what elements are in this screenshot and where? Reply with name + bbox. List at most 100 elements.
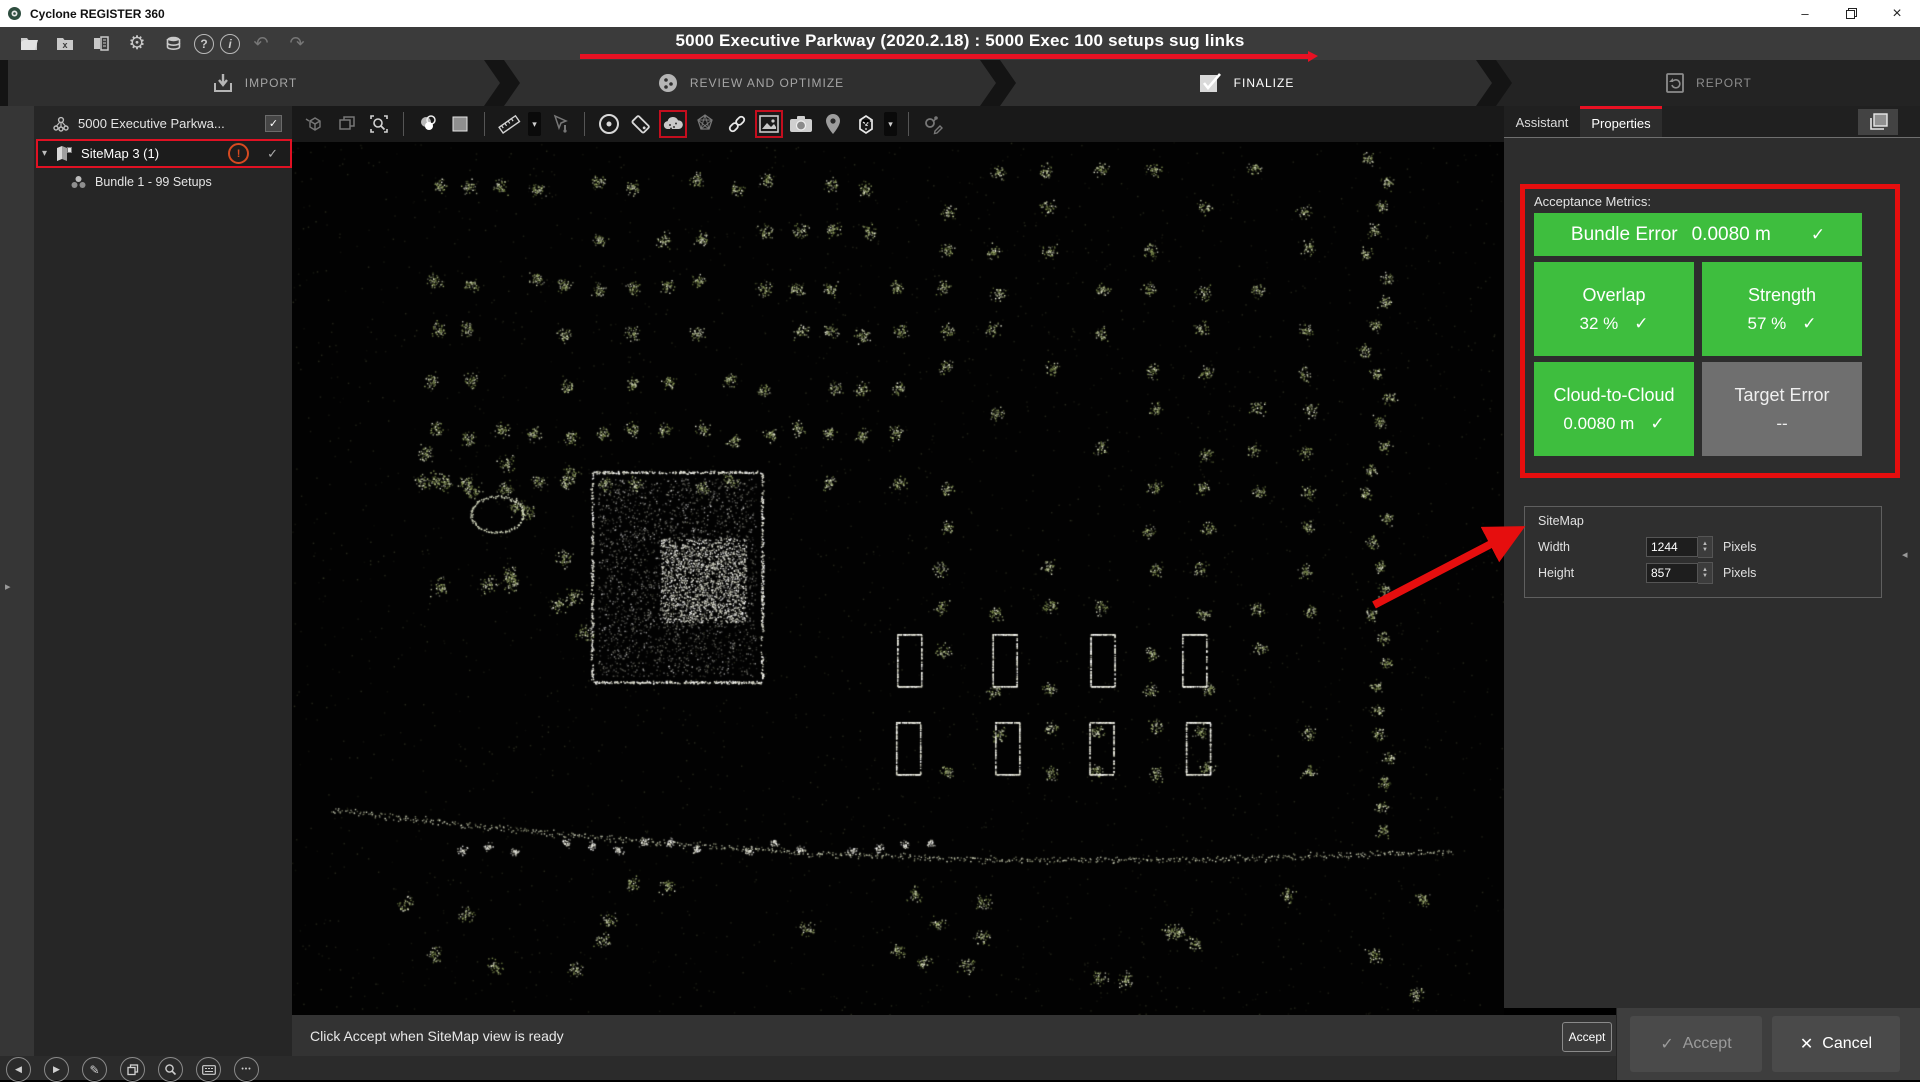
tab-review-and-optimize[interactable]: REVIEW AND OPTIMIZE — [504, 60, 996, 106]
link-icon[interactable] — [724, 111, 750, 137]
view-3d-cube-icon[interactable] — [852, 111, 878, 137]
fit-view-icon[interactable] — [334, 111, 360, 137]
cancel-button-label: Cancel — [1822, 1035, 1872, 1053]
right-panel-collapse-handle[interactable]: ◂ — [1902, 548, 1908, 561]
project-network-icon — [52, 115, 70, 133]
height-stepper[interactable]: ▲▼ — [1698, 562, 1713, 584]
tab-underline — [1504, 137, 1920, 138]
window-title: Cyclone REGISTER 360 — [30, 7, 165, 21]
edit-node-icon[interactable] — [920, 111, 946, 137]
minimize-button[interactable]: – — [1782, 0, 1828, 27]
target-error-metric: Target Error -- — [1702, 362, 1862, 456]
bundle-error-label: Bundle Error — [1571, 224, 1678, 246]
tab-import[interactable]: IMPORT — [8, 60, 500, 106]
strength-check-icon: ✓ — [1802, 314, 1816, 334]
toolbar-separator — [403, 112, 404, 136]
geotag-pin-icon[interactable] — [820, 111, 846, 137]
tab-finalize[interactable]: FINALIZE — [1000, 60, 1492, 106]
tag-icon[interactable] — [628, 111, 654, 137]
info-icon[interactable]: i — [220, 34, 240, 54]
width-label: Width — [1538, 540, 1646, 554]
next-button[interactable]: ▶ — [44, 1057, 69, 1082]
tab-report[interactable]: REPORT — [1496, 60, 1920, 106]
target-error-value: -- — [1776, 414, 1787, 434]
bundle-error-value: 0.0080 m — [1692, 224, 1771, 246]
tab-properties-label: Properties — [1591, 116, 1650, 131]
strength-metric: Strength 57 % ✓ — [1702, 262, 1862, 356]
cancel-x-icon: ✕ — [1800, 1034, 1813, 1054]
width-input[interactable] — [1646, 537, 1698, 557]
color-mode-icon[interactable] — [415, 111, 441, 137]
cloud-to-cloud-value: 0.0080 m — [1563, 414, 1634, 434]
prev-button[interactable]: ◀ — [6, 1057, 31, 1082]
viewport-toolbar: ▾ ▾ — [292, 106, 1504, 142]
zoom-button[interactable] — [158, 1057, 183, 1082]
accept-small-button[interactable]: Accept — [1562, 1022, 1612, 1052]
tree-item-sitemap[interactable]: ▾ SiteMap 3 (1) ! ✓ — [36, 139, 292, 168]
accept-button[interactable]: ✓ Accept — [1630, 1016, 1762, 1072]
width-row: Width ▲▼ Pixels — [1538, 536, 1756, 558]
tree-item-project-label: 5000 Executive Parkwa... — [78, 116, 225, 131]
sitemap-group-title: SiteMap — [1538, 514, 1584, 528]
keyboard-button[interactable] — [196, 1057, 221, 1082]
link-graph-icon[interactable] — [692, 111, 718, 137]
zoom-window-icon[interactable] — [366, 111, 392, 137]
project-checkbox[interactable]: ✓ — [265, 115, 282, 132]
project-tree-panel — [0, 106, 292, 1056]
image-tool-icon[interactable] — [756, 111, 782, 137]
view-3d-dropdown[interactable]: ▾ — [884, 112, 897, 136]
import-model-icon[interactable] — [302, 111, 328, 137]
point-cloud-viewport[interactable] — [292, 142, 1504, 1015]
help-icon[interactable]: ? — [194, 34, 214, 54]
tab-review-label: REVIEW AND OPTIMIZE — [690, 76, 844, 90]
measure-dropdown[interactable]: ▾ — [528, 112, 541, 136]
draw-button[interactable]: ✎ — [82, 1057, 107, 1082]
target-icon[interactable] — [596, 111, 622, 137]
bundle-icon — [70, 174, 87, 190]
height-unit: Pixels — [1723, 566, 1756, 580]
cloud-tool-icon[interactable] — [660, 111, 686, 137]
viewport-footer: Click Accept when SiteMap view is ready — [292, 1015, 1616, 1056]
selection-square-icon[interactable] — [447, 111, 473, 137]
svg-text:x: x — [62, 40, 67, 50]
storage-icon[interactable] — [158, 31, 188, 57]
finalize-icon — [1198, 71, 1224, 95]
settings-gear-icon[interactable]: ⚙ — [122, 31, 152, 57]
close-button[interactable]: × — [1874, 0, 1920, 27]
toolbar-separator — [584, 112, 585, 136]
strength-label: Strength — [1748, 285, 1816, 306]
strength-value: 57 % — [1748, 314, 1787, 334]
open-project-icon[interactable] — [14, 31, 44, 57]
pick-info-icon[interactable] — [547, 111, 573, 137]
camera-icon[interactable] — [788, 111, 814, 137]
width-stepper[interactable]: ▲▼ — [1698, 536, 1713, 558]
more-button[interactable]: ••• — [234, 1057, 259, 1082]
height-input[interactable] — [1646, 563, 1698, 583]
delete-project-icon[interactable]: x — [50, 31, 80, 57]
import-icon — [211, 71, 235, 95]
redo-icon[interactable]: ↷ — [282, 31, 312, 57]
tree-item-bundle[interactable]: Bundle 1 - 99 Setups — [34, 168, 292, 195]
expand-caret-icon[interactable]: ▾ — [42, 148, 47, 159]
measure-ruler-icon[interactable] — [496, 111, 522, 137]
tab-properties[interactable]: Properties — [1580, 106, 1662, 138]
overlap-value: 32 % — [1580, 314, 1619, 334]
cloud-to-cloud-check-icon: ✓ — [1650, 414, 1664, 434]
cloud-to-cloud-label: Cloud-to-Cloud — [1553, 385, 1674, 406]
maximize-button[interactable] — [1828, 0, 1874, 27]
tab-assistant[interactable]: Assistant — [1504, 106, 1580, 138]
tree-item-bundle-label: Bundle 1 - 99 Setups — [95, 175, 212, 189]
warning-icon: ! — [228, 143, 249, 164]
undo-icon[interactable]: ↶ — [246, 31, 276, 57]
project-title: 5000 Executive Parkway (2020.2.18) : 500… — [420, 31, 1500, 51]
sidebar-collapse-handle[interactable]: ▸ — [5, 580, 11, 593]
layout-windows-button[interactable] — [1858, 109, 1898, 135]
report-manager-icon[interactable] — [86, 31, 116, 57]
tree-item-project[interactable]: 5000 Executive Parkwa... ✓ — [34, 110, 292, 137]
tree-item-sitemap-label: SiteMap 3 (1) — [81, 146, 159, 161]
cancel-button[interactable]: ✕ Cancel — [1772, 1016, 1900, 1072]
tab-import-label: IMPORT — [245, 76, 297, 90]
accept-check-icon: ✓ — [1660, 1034, 1673, 1054]
windows-button[interactable] — [120, 1057, 145, 1082]
overlap-check-icon: ✓ — [1634, 314, 1648, 334]
